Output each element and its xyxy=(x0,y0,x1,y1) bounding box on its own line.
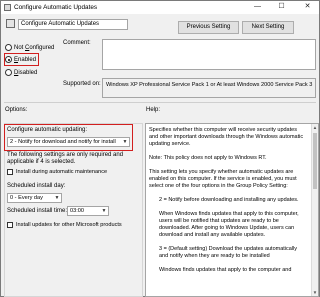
checkbox-box[interactable] xyxy=(7,169,13,175)
supported-on-field: Windows XP Professional Service Pack 1 o… xyxy=(102,78,316,98)
other-products-label: Install updates for other Microsoft prod… xyxy=(16,222,122,228)
help-paragraph: Specifies whether this computer will rec… xyxy=(149,127,304,147)
divider xyxy=(4,102,316,103)
supported-on-label: Supported on: xyxy=(63,81,101,87)
help-paragraph: Windows finds updates that apply to the … xyxy=(159,267,292,273)
radio-circle-checked[interactable] xyxy=(5,56,12,63)
maximize-button[interactable]: ☐ xyxy=(273,1,290,14)
help-paragraph: 3 = (Default setting) Download the updat… xyxy=(159,246,298,259)
configure-updating-label: Configure automatic updating: xyxy=(7,127,88,133)
radio-not-configured[interactable]: Not Configured xyxy=(5,43,54,52)
chevron-down-icon[interactable]: ▼ xyxy=(101,207,107,215)
next-setting-button[interactable]: Next Setting xyxy=(242,21,294,34)
install-time-dropdown[interactable]: 03:00 ▼ xyxy=(67,206,109,216)
title-bar: Configure Automatic Updates — ☐ ✕ xyxy=(1,1,319,14)
previous-setting-button[interactable]: Previous Setting xyxy=(178,21,239,34)
configure-updating-value: 2 - Notify for download and notify for i… xyxy=(10,139,116,145)
radio-circle[interactable] xyxy=(5,44,12,51)
suffix-not-configured: onfigured xyxy=(29,44,55,51)
install-time-label: Scheduled install time: xyxy=(7,208,68,214)
help-panel: Specifies whether this computer will rec… xyxy=(145,123,319,297)
setting-icon xyxy=(6,19,15,28)
suffix-disabled: isabled xyxy=(18,69,38,76)
install-time-value: 03:00 xyxy=(70,208,84,214)
radio-label-disabled: Disabled xyxy=(14,70,37,76)
install-maintenance-checkbox[interactable]: Install during automatic maintenance xyxy=(7,168,107,176)
install-day-value: 0 - Every day xyxy=(10,195,43,201)
window-title: Configure Automatic Updates xyxy=(14,4,98,11)
scroll-down-icon[interactable]: ▼ xyxy=(312,289,318,296)
radio-disabled[interactable]: Disabled xyxy=(5,68,37,77)
help-paragraph: Note: This policy does not apply to Wind… xyxy=(149,155,267,161)
help-scrollbar[interactable]: ▲ ▼ xyxy=(311,124,318,296)
help-text: Specifies whether this computer will rec… xyxy=(149,127,307,281)
checkbox-box[interactable] xyxy=(7,222,13,228)
help-title: Help: xyxy=(146,107,161,113)
applicability-note: The following settings are only required… xyxy=(7,152,124,165)
policy-icon xyxy=(4,4,11,11)
policy-name-field: Configure Automatic Updates xyxy=(18,19,128,30)
dialog-window: Configure Automatic Updates — ☐ ✕ Config… xyxy=(0,0,320,297)
prefix-not-configured: Not xyxy=(14,44,26,51)
options-title: Options: xyxy=(5,107,28,113)
radio-circle[interactable] xyxy=(5,69,12,76)
help-paragraph: 2 = Notify before downloading and instal… xyxy=(159,197,299,203)
configure-updating-dropdown[interactable]: 2 - Notify for download and notify for i… xyxy=(7,137,130,147)
close-button[interactable]: ✕ xyxy=(299,1,316,14)
help-paragraph: This setting lets you specify whether au… xyxy=(149,169,297,189)
chevron-down-icon[interactable]: ▼ xyxy=(122,138,128,146)
other-products-checkbox[interactable]: Install updates for other Microsoft prod… xyxy=(7,221,122,229)
help-paragraph: When Windows finds updates that apply to… xyxy=(159,211,299,238)
comment-label: Comment: xyxy=(63,40,91,46)
suffix-enabled: nabled xyxy=(18,56,37,63)
install-day-label: Scheduled install day: xyxy=(7,183,66,189)
install-maintenance-label: Install during automatic maintenance xyxy=(16,169,108,175)
chevron-down-icon[interactable]: ▼ xyxy=(54,194,60,202)
scroll-up-icon[interactable]: ▲ xyxy=(312,124,318,131)
radio-enabled[interactable]: Enabled xyxy=(5,55,36,64)
minimize-button[interactable]: — xyxy=(249,1,266,14)
scroll-thumb[interactable] xyxy=(313,133,317,189)
comment-textarea[interactable] xyxy=(102,39,316,70)
install-day-dropdown[interactable]: 0 - Every day ▼ xyxy=(7,193,62,203)
radio-label-not-configured: Not Configured xyxy=(14,45,54,51)
radio-label-enabled: Enabled xyxy=(14,57,36,63)
